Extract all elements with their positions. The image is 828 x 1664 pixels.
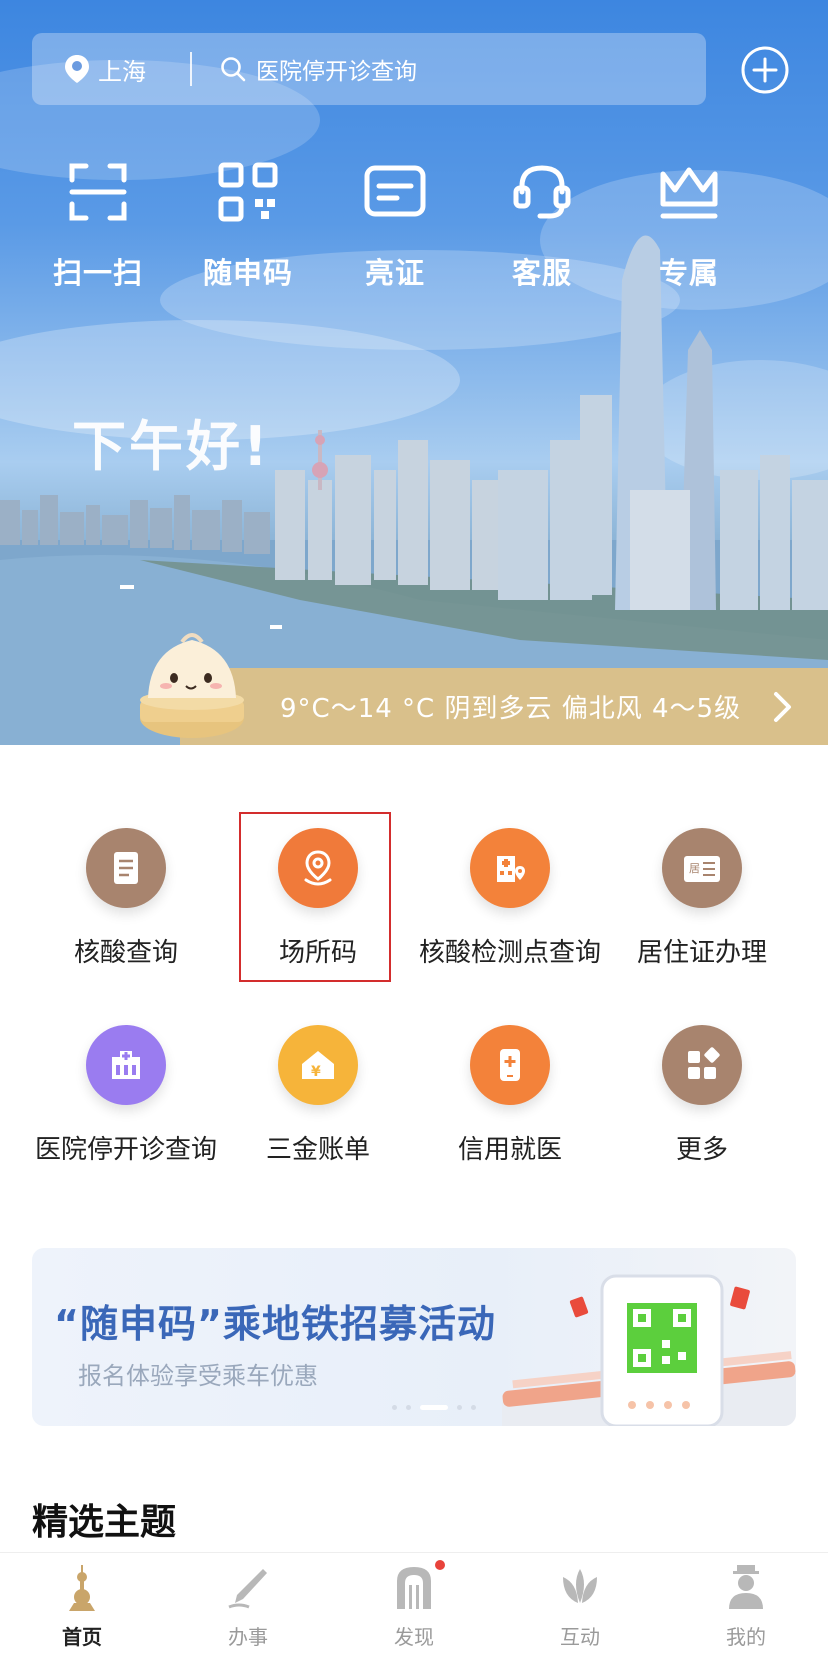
svg-text:¥: ¥ — [311, 1064, 321, 1080]
tab-label: 我的 — [726, 1625, 766, 1649]
tab-label: 首页 — [62, 1625, 102, 1649]
tab-discover[interactable]: 发现 — [354, 1563, 474, 1650]
service-label: 居住证办理 — [636, 938, 767, 968]
tower-icon — [69, 1565, 95, 1611]
quick-action-label: 亮证 — [364, 256, 425, 290]
scan-icon — [69, 163, 127, 221]
service-more[interactable]: 更多 — [607, 1025, 797, 1166]
person-icon — [729, 1565, 763, 1609]
quick-action-exclusive[interactable]: 专属 — [634, 160, 744, 292]
add-circle-icon[interactable] — [740, 45, 790, 95]
location-pin-icon — [65, 55, 89, 83]
carousel-dot-active — [420, 1405, 448, 1410]
grid-more-icon — [688, 1047, 720, 1079]
quick-action-label: 扫一扫 — [52, 256, 143, 290]
quick-action-label: 客服 — [511, 256, 572, 290]
quick-action-service[interactable]: 客服 — [487, 160, 597, 292]
hero-banner: 上海 医院停开诊查询 扫一扫 随申码 亮证 客服 专属 下午好! 9°C～14 … — [0, 0, 828, 745]
search-icon — [221, 57, 246, 82]
service-label: 三金账单 — [265, 1135, 370, 1165]
metro-qr-illustration — [502, 1274, 796, 1426]
tab-label: 互动 — [560, 1625, 600, 1649]
tab-home[interactable]: 首页 — [22, 1563, 142, 1650]
search-bar[interactable]: 上海 医院停开诊查询 — [32, 33, 706, 105]
carousel-dot — [457, 1405, 462, 1410]
quick-action-id[interactable]: 亮证 — [340, 160, 450, 292]
service-icon-bg: ¥ — [278, 1025, 358, 1105]
search-placeholder: 医院停开诊查询 — [256, 59, 417, 85]
lotus-icon — [563, 1569, 597, 1603]
quick-action-scan[interactable]: 扫一扫 — [43, 160, 153, 292]
weather-text: 9°C～14 °C 阴到多云 偏北风 4～5级 — [280, 694, 742, 724]
service-label: 更多 — [675, 1135, 728, 1165]
promo-banner[interactable]: “随申码”乘地铁招募活动 报名体验享受乘车优惠 — [32, 1248, 796, 1426]
hospital-location-icon — [497, 856, 525, 882]
tab-label: 发现 — [394, 1625, 434, 1649]
highlight-box — [239, 812, 391, 982]
carousel-dot — [406, 1405, 411, 1410]
service-residence-permit[interactable]: 居 居住证办理 — [607, 828, 797, 969]
location-selector[interactable]: 上海 — [64, 52, 146, 87]
weather-bar[interactable]: 9°C～14 °C 阴到多云 偏北风 4～5级 — [180, 668, 828, 745]
service-icon-bg — [470, 1025, 550, 1105]
banner-subtitle: 报名体验享受乘车优惠 — [78, 1362, 318, 1390]
document-icon — [114, 852, 138, 884]
service-label: 核酸检测点查询 — [418, 938, 601, 968]
carousel-indicator[interactable] — [392, 1405, 476, 1410]
hospital-icon — [112, 1051, 140, 1079]
tab-services[interactable]: 办事 — [188, 1563, 308, 1650]
quick-action-label: 随申码 — [202, 256, 293, 290]
divider — [190, 52, 192, 86]
residence-card-icon: 居 — [684, 856, 720, 882]
bottom-tab-bar: 首页 办事 发现 互动 我的 — [0, 1552, 828, 1664]
search-input[interactable]: 医院停开诊查询 — [220, 52, 417, 86]
service-nucleic-query[interactable]: 核酸查询 — [31, 828, 221, 969]
crown-icon — [660, 167, 718, 219]
service-icon-bg — [470, 828, 550, 908]
carousel-dot — [392, 1405, 397, 1410]
service-label: 信用就医 — [457, 1135, 562, 1165]
id-card-icon — [364, 165, 426, 217]
service-credit-medical[interactable]: 信用就医 — [415, 1025, 605, 1166]
phone-medical-icon — [500, 1049, 520, 1081]
section-title: 精选主题 — [32, 1502, 177, 1543]
service-icon-bg — [86, 1025, 166, 1105]
headset-icon — [513, 165, 571, 219]
greeting-text: 下午好! — [72, 415, 271, 478]
notification-dot — [435, 1560, 445, 1570]
yuan-house-icon: ¥ — [302, 1051, 334, 1080]
service-label: 医院停开诊查询 — [34, 1135, 217, 1165]
banner-title: “随申码”乘地铁招募活动 — [54, 1302, 496, 1346]
tab-interact[interactable]: 互动 — [520, 1563, 640, 1650]
quick-action-label: 专属 — [658, 256, 719, 290]
service-icon-bg — [662, 1025, 742, 1105]
service-label: 核酸查询 — [73, 938, 178, 968]
tab-label: 办事 — [228, 1625, 268, 1649]
quick-action-qr[interactable]: 随申码 — [193, 160, 303, 292]
city-skyline-image — [0, 60, 828, 745]
svg-text:居: 居 — [689, 862, 700, 875]
carousel-dot — [471, 1405, 476, 1410]
chevron-right-icon — [774, 692, 791, 722]
service-hospital-status[interactable]: 医院停开诊查询 — [31, 1025, 221, 1166]
arch-icon — [397, 1567, 431, 1609]
qr-code-icon — [218, 162, 278, 222]
service-three-funds-bill[interactable]: ¥ 三金账单 — [223, 1025, 413, 1166]
dumpling-mascot-icon — [140, 633, 244, 738]
location-label: 上海 — [98, 57, 146, 86]
tab-mine[interactable]: 我的 — [686, 1563, 806, 1650]
pen-icon — [228, 1569, 267, 1609]
service-icon-bg — [86, 828, 166, 908]
service-test-site-query[interactable]: 核酸检测点查询 — [415, 828, 605, 969]
service-icon-bg: 居 — [662, 828, 742, 908]
